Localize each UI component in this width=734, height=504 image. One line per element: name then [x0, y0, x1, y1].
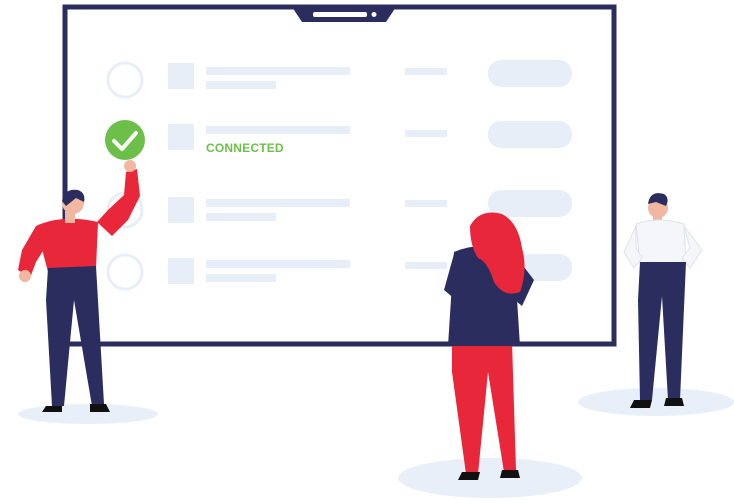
- value-placeholder: [405, 130, 447, 137]
- illustration-canvas: [18, 4, 734, 498]
- avatar-placeholder: [168, 63, 194, 89]
- text-line-placeholder: [206, 126, 350, 134]
- action-pill[interactable]: [488, 121, 572, 148]
- avatar-placeholder: [168, 197, 194, 223]
- connected-status-label: CONNECTED: [206, 141, 284, 155]
- ground-shadow-left: [18, 404, 158, 424]
- action-pill[interactable]: [488, 60, 572, 87]
- value-placeholder: [405, 262, 447, 269]
- camera-dot: [371, 12, 377, 17]
- ground-shadow-right: [578, 388, 734, 416]
- text-line-placeholder: [206, 81, 276, 89]
- action-pill[interactable]: [488, 190, 572, 217]
- monitor-frame: [62, 4, 617, 347]
- speaker-slot: [313, 12, 367, 17]
- text-line-placeholder: [206, 199, 350, 207]
- monitor: [62, 4, 617, 347]
- avatar-placeholder: [168, 258, 194, 284]
- text-line-placeholder: [206, 260, 350, 268]
- illustration-scene: [0, 0, 734, 499]
- text-line-placeholder: [206, 213, 276, 221]
- avatar-placeholder: [168, 124, 194, 150]
- check-circle[interactable]: [105, 120, 145, 160]
- person-standing-illustration: [623, 193, 703, 408]
- value-placeholder: [405, 200, 447, 207]
- value-placeholder: [405, 68, 447, 75]
- text-line-placeholder: [206, 274, 276, 282]
- ground-shadow-center: [398, 458, 582, 498]
- text-line-placeholder: [206, 67, 350, 75]
